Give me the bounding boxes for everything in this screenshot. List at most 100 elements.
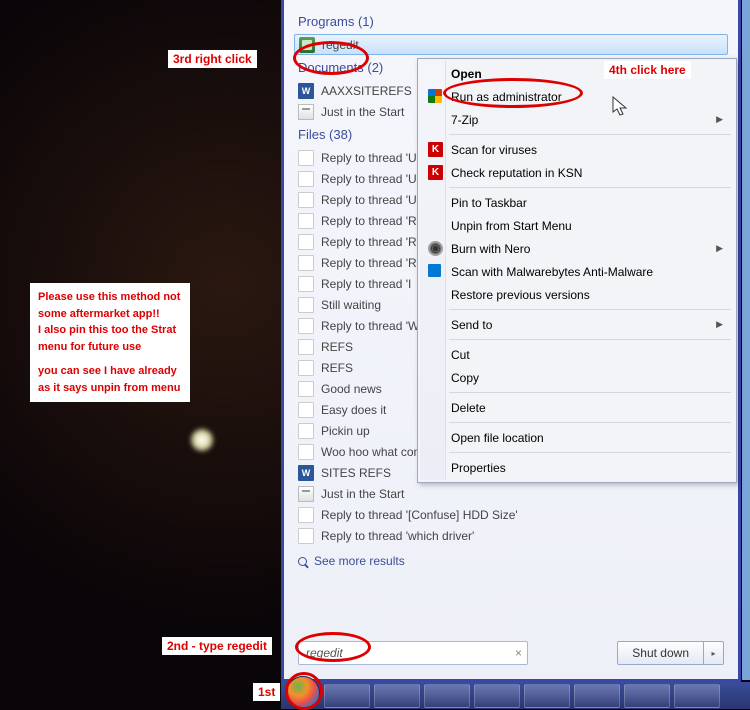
annotation-2: 2nd - type regedit [162,637,272,655]
submenu-arrow-icon: ▶ [716,319,723,330]
result-item-label: Pickin up [321,424,370,438]
result-item-label: REFS [321,361,353,375]
lens-reflection [190,428,214,452]
see-more-results[interactable]: See more results [284,546,738,576]
result-item-label: Reply to thread 'I [321,277,411,291]
page-icon [298,402,314,418]
result-item-label: SITES REFS [321,466,391,480]
start-orb[interactable] [286,676,320,710]
search-clear-icon[interactable]: × [515,646,522,660]
context-item-properties[interactable]: Properties [421,456,733,479]
shutdown-arrow-button[interactable]: ▸ [704,641,724,665]
page-icon [298,360,314,376]
taskbar-app-7[interactable] [624,684,670,708]
context-separator [449,187,731,188]
result-item-label: Reply to thread 'R [321,214,417,228]
k-icon: K [428,165,443,180]
regedit-icon [299,37,315,53]
result-item-label: Reply to thread 'U [321,193,417,207]
result-item-label: AAXXSITEREFS [321,84,412,98]
search-result-item[interactable]: Just in the Start [284,483,738,504]
context-item-label: Properties [451,461,506,475]
context-item-label: Scan with Malwarebytes Anti-Malware [451,265,653,279]
context-item-label: Cut [451,348,470,362]
taskbar-app-6[interactable] [574,684,620,708]
taskbar [281,682,750,709]
page-icon [298,234,314,250]
search-icon [298,557,307,566]
context-item-label: Send to [451,318,492,332]
context-item-check-reputation-in-ksn[interactable]: K Check reputation in KSN [421,161,733,184]
context-item-label: Copy [451,371,479,385]
submenu-arrow-icon: ▶ [716,243,723,254]
page-icon [298,192,314,208]
result-item-label: Reply to thread 'U [321,151,417,165]
context-item-label: Delete [451,401,486,415]
context-item-delete[interactable]: Delete [421,396,733,419]
context-item-label: Open file location [451,431,544,445]
context-item-scan-with-malwarebytes-anti-malware[interactable]: Scan with Malwarebytes Anti-Malware [421,260,733,283]
context-separator [449,339,731,340]
malware-icon [428,264,441,277]
annotation-note: Please use this method not some aftermar… [30,283,190,402]
nero-icon [428,241,443,256]
context-item-burn-with-nero[interactable]: Burn with Nero ▶ [421,237,733,260]
taskbar-app-4[interactable] [474,684,520,708]
page-icon [298,507,314,523]
context-item-open-file-location[interactable]: Open file location [421,426,733,449]
search-input[interactable] [298,641,528,665]
context-item-label: Pin to Taskbar [451,196,527,210]
search-result-item[interactable]: regedit [294,34,728,55]
context-item-label: Scan for viruses [451,143,537,157]
taskbar-app-8[interactable] [674,684,720,708]
search-result-item[interactable]: Reply to thread '[Confuse] HDD Size' [284,504,738,525]
search-result-item[interactable]: Reply to thread 'which driver' [284,525,738,546]
page-icon [298,150,314,166]
word-icon: W [298,465,314,481]
result-item-label: Reply to thread 'U [321,172,417,186]
page-icon [298,171,314,187]
context-item-label: Run as administrator [451,90,562,104]
result-item-label: Reply to thread 'R [321,256,417,270]
desktop-sliver [742,0,750,680]
context-item-run-as-administrator[interactable]: Run as administrator [421,85,733,108]
context-separator [449,452,731,453]
context-separator [449,309,731,310]
result-item-label: Reply to thread 'W [321,319,419,333]
section-programs: Programs (1) [284,0,738,34]
script-icon [298,104,314,120]
result-item-label: Good news [321,382,382,396]
shutdown-button[interactable]: Shut down [617,641,704,665]
result-item-label: Reply to thread 'R [321,235,417,249]
context-menu: OpenRun as administrator7-Zip▶KScan for … [417,58,737,483]
see-more-label: See more results [314,554,405,568]
page-icon [298,318,314,334]
context-item-restore-previous-versions[interactable]: Restore previous versions [421,283,733,306]
context-item-label: Check reputation in KSN [451,166,582,180]
context-item-label: Burn with Nero [451,242,530,256]
context-item-unpin-from-start-menu[interactable]: Unpin from Start Menu [421,214,733,237]
result-item-label: Easy does it [321,403,386,417]
search-box-container: × [298,641,528,665]
annotation-note-1: Please use this method not some aftermar… [38,289,182,355]
context-item-cut[interactable]: Cut [421,343,733,366]
taskbar-app-5[interactable] [524,684,570,708]
context-item-label: Restore previous versions [451,288,590,302]
page-icon [298,276,314,292]
page-icon [298,423,314,439]
taskbar-app-3[interactable] [424,684,470,708]
context-item-scan-for-viruses[interactable]: KScan for viruses [421,138,733,161]
context-item-7-zip[interactable]: 7-Zip▶ [421,108,733,131]
context-item-pin-to-taskbar[interactable]: Pin to Taskbar [421,191,733,214]
result-item-label: Still waiting [321,298,381,312]
context-item-copy[interactable]: Copy [421,366,733,389]
context-item-label: Unpin from Start Menu [451,219,572,233]
result-item-label: Just in the Start [321,105,404,119]
result-item-label: Just in the Start [321,487,404,501]
context-separator [449,392,731,393]
shutdown-group: Shut down ▸ [617,641,724,665]
context-item-send-to[interactable]: Send to ▶ [421,313,733,336]
taskbar-app-2[interactable] [374,684,420,708]
taskbar-app-1[interactable] [324,684,370,708]
result-item-label: REFS [321,340,353,354]
